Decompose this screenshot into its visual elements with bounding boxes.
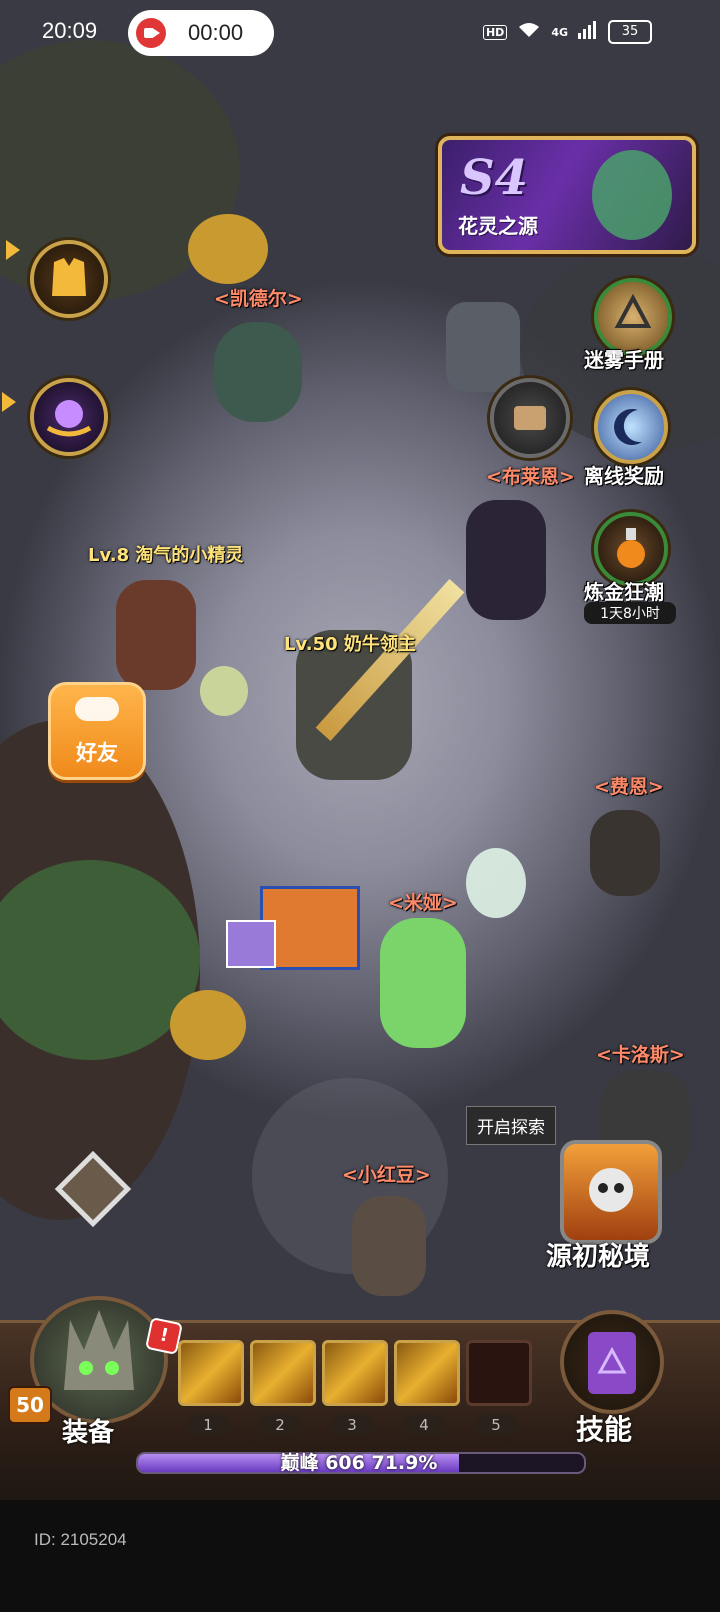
screen-record-pill[interactable]: 00:00 [128, 10, 274, 56]
mist-manual-label: 迷雾手册 [584, 348, 664, 372]
scroll-icon [514, 406, 546, 430]
magic-orb-button[interactable] [30, 378, 108, 456]
kaider-name: <凯德尔> [214, 288, 303, 310]
game-scene[interactable]: 20:09 00:00 HD 4G 35 S4 花灵之源 迷雾手册 <布莱恩> … [0, 0, 720, 1612]
status-bar: 20:09 00:00 HD 4G 35 [0, 0, 720, 64]
signal-icon [578, 21, 598, 43]
armor-button[interactable] [30, 240, 108, 318]
skills-book-button[interactable] [560, 1310, 664, 1414]
gift-box-small [226, 920, 276, 968]
sprite-player[interactable] [116, 580, 196, 690]
slot-number-3: 3 [332, 1414, 372, 1436]
offline-reward-label: 离线奖励 [584, 464, 664, 488]
skill-slot-4[interactable] [394, 1340, 460, 1406]
mia-npc[interactable] [380, 918, 466, 1048]
dungeon-portal-button[interactable] [560, 1140, 662, 1244]
mia-name: <米娅> [388, 892, 458, 914]
moon-icon [614, 408, 642, 445]
book-icon [614, 293, 652, 328]
skill-slot-5[interactable] [466, 1340, 532, 1406]
explore-tooltip: 开启探索 [466, 1106, 556, 1145]
status-icons: HD 4G 35 [482, 20, 652, 44]
player-level-badge: 50 [8, 1386, 52, 1424]
hero-portrait [592, 150, 672, 240]
side-arrow-icon-2[interactable] [2, 392, 16, 412]
fei-en-name: <费恩> [594, 776, 664, 798]
friends-label: 好友 [76, 741, 118, 765]
skill-slot-1[interactable] [178, 1340, 244, 1406]
alchemy-button[interactable] [594, 512, 668, 586]
season-number: S4 [460, 150, 529, 206]
battery-icon: 35 [608, 20, 652, 44]
video-record-icon [136, 18, 166, 48]
season-title: 花灵之源 [458, 214, 538, 238]
gift-boxes[interactable] [226, 880, 360, 970]
alchemy-timer: 1天8小时 [584, 602, 676, 624]
spirit-pet[interactable] [466, 848, 526, 918]
sprite-level-name: Lv.8 淘气的小精灵 [88, 545, 244, 566]
slot-number-5: 5 [476, 1414, 516, 1436]
fei-en-npc[interactable] [590, 810, 660, 896]
offline-reward-button[interactable] [594, 390, 668, 464]
side-arrow-icon[interactable] [6, 240, 20, 260]
hd-icon: HD [482, 24, 508, 40]
bryan-button[interactable] [490, 378, 570, 458]
skills-label: 技能 [576, 1413, 633, 1446]
player-id: ID: 2105204 [34, 1530, 127, 1549]
wifi-icon [517, 21, 541, 43]
kaider-npc[interactable] [214, 322, 302, 422]
golden-flower [188, 214, 268, 284]
alchemy-label: 炼金狂潮 [584, 580, 664, 604]
skill-slot-2[interactable] [250, 1340, 316, 1406]
friends-button[interactable]: 好友 [48, 682, 146, 780]
spellbook-icon [588, 1332, 636, 1394]
clock: 20:09 [42, 18, 98, 43]
record-timer: 00:00 [188, 20, 244, 45]
armor-icon [52, 258, 86, 296]
potion-icon [617, 528, 645, 568]
little-red-bean-name: <小红豆> [342, 1164, 431, 1186]
season-banner[interactable]: S4 花灵之源 [438, 136, 696, 254]
cloud-icon [75, 697, 119, 721]
equipment-label: 装备 [62, 1418, 115, 1448]
peak-xp-text: 巅峰 606 71.9% [280, 1452, 438, 1474]
slot-number-2: 2 [260, 1414, 300, 1436]
golden-flower-bottom [170, 990, 246, 1060]
crown-helmet-icon [64, 1310, 134, 1390]
dungeon-label: 源初秘境 [546, 1242, 651, 1272]
pet-companion[interactable] [200, 666, 248, 716]
slot-number-1: 1 [188, 1414, 228, 1436]
boss-level-name: Lv.50 奶牛领主 [284, 634, 416, 655]
network-type: 4G [551, 25, 568, 39]
orb-icon [46, 400, 92, 437]
shadow-fox-npc[interactable] [466, 500, 546, 620]
carlos-name: <卡洛斯> [596, 1044, 685, 1066]
little-red-bean-npc[interactable] [352, 1196, 426, 1296]
skill-slot-3[interactable] [322, 1340, 388, 1406]
footer-band [0, 1500, 720, 1612]
barrel [446, 302, 520, 392]
slot-number-4: 4 [404, 1414, 444, 1436]
bryan-label: <布莱恩> [486, 466, 575, 488]
skull-icon [589, 1168, 633, 1212]
